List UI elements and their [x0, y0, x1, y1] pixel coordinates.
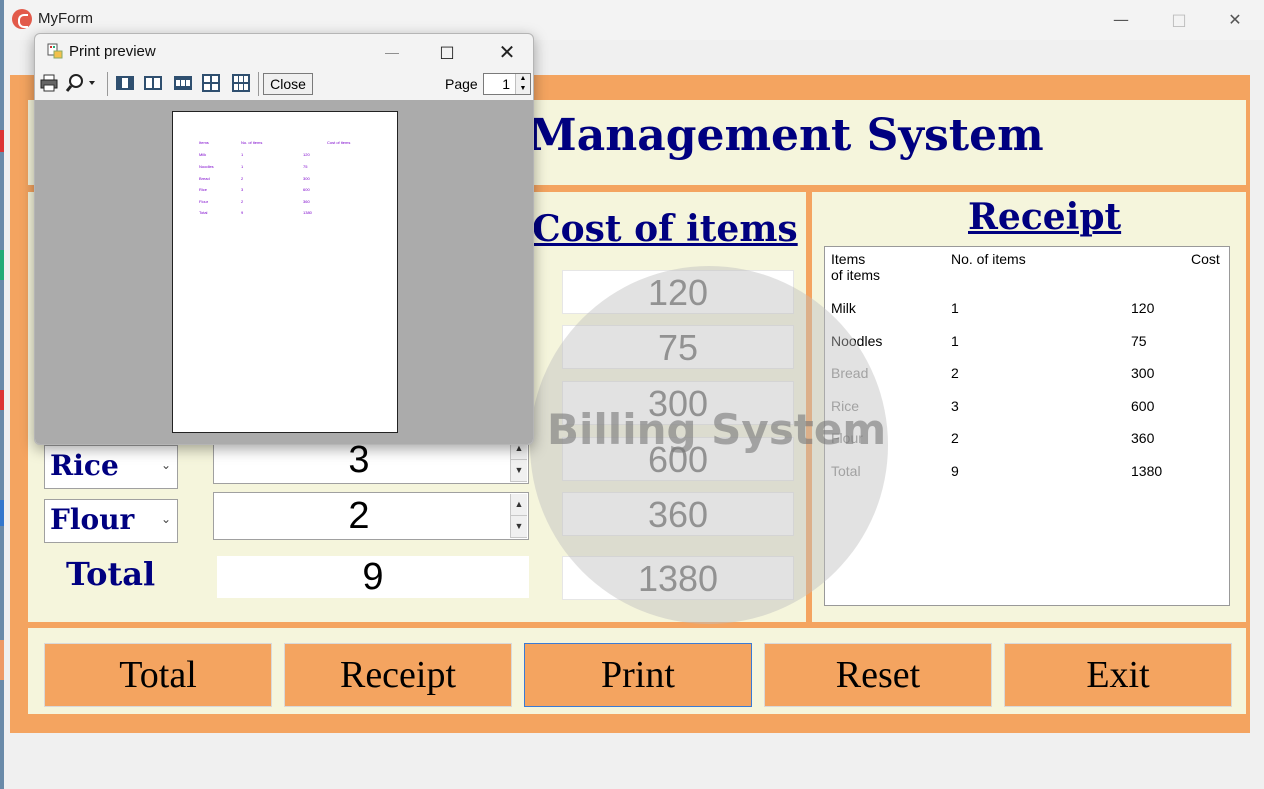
one-page-icon[interactable] [115, 73, 135, 93]
app-icon [12, 9, 32, 29]
preview-page: Items No. of items Cost of items Milk 1 … [172, 111, 398, 433]
item-select-rice[interactable]: Rice ⌄ [44, 445, 178, 489]
preview-row-count: 1 [241, 164, 244, 169]
total-button[interactable]: Total [44, 643, 272, 707]
print-button[interactable]: Print [524, 643, 752, 707]
receipt-row-cost: 600 [1131, 398, 1155, 414]
preview-row-item: Rice [199, 187, 208, 192]
exit-button[interactable]: Exit [1004, 643, 1232, 707]
preview-row-count: 2 [241, 199, 244, 204]
print-preview-app-icon [47, 43, 63, 59]
preview-row-cost: 1380 [303, 210, 312, 215]
preview-row-item: Total [199, 210, 208, 215]
page-spin-icon[interactable]: ▲ ▼ [515, 74, 530, 94]
receipt-heading: Receipt [968, 196, 1122, 238]
preview-row-item: Bread [199, 176, 210, 181]
item-label: Flour [50, 503, 135, 536]
total-label: Total [66, 555, 156, 593]
window-title: MyForm [38, 10, 93, 27]
chevron-down-icon: ⌄ [160, 458, 171, 472]
receipt-row-count: 9 [951, 463, 959, 479]
quantity-value: 2 [348, 495, 370, 537]
spin-buttons[interactable]: ▲ ▼ [510, 494, 527, 538]
toolbar-divider [107, 72, 108, 96]
reset-button[interactable]: Reset [764, 643, 992, 707]
preview-row-count: 2 [241, 176, 244, 181]
receipt-header-cost: Cost [1191, 251, 1220, 267]
receipt-row-count: 1 [951, 333, 959, 349]
receipt-row-cost: 360 [1131, 430, 1155, 446]
page-title: Management System [528, 110, 1044, 161]
chevron-down-icon: ⌄ [160, 512, 171, 526]
receipt-row-count: 3 [951, 398, 959, 414]
spin-down-icon[interactable]: ▼ [511, 460, 527, 482]
preview-row-cost: 120 [303, 152, 310, 157]
maximize-icon[interactable]: □ [427, 36, 467, 68]
item-select-flour[interactable]: Flour ⌄ [44, 499, 178, 543]
spin-up-icon[interactable]: ▲ [511, 494, 527, 516]
preview-row-cost: 75 [303, 164, 308, 169]
preview-row-item: Flour [199, 199, 209, 204]
receipt-row-cost: 120 [1131, 300, 1155, 316]
preview-row-count: 3 [241, 187, 244, 192]
preview-row-cost: 360 [303, 199, 310, 204]
cost-heading: Cost of items [532, 208, 798, 250]
page-label: Page [445, 76, 478, 92]
minimize-icon[interactable]: — [1092, 0, 1150, 40]
close-icon[interactable]: ✕ [1206, 0, 1264, 40]
receipt-header-count: No. of items [951, 251, 1026, 267]
print-preview-title: Print preview [69, 43, 156, 60]
preview-row-cost: 300 [303, 176, 310, 181]
receipt-row-count: 2 [951, 365, 959, 381]
receipt-row-cost: 1380 [1131, 463, 1163, 479]
toolbar-divider [258, 72, 259, 96]
quantity-stepper-flour[interactable]: 2 ▲ ▼ [213, 492, 529, 540]
receipt-row-item: Milk [831, 300, 856, 316]
receipt-row-count: 1 [951, 300, 959, 316]
total-quantity-field[interactable]: 9 [217, 556, 529, 598]
four-pages-icon[interactable] [201, 73, 221, 93]
print-preview-dialog: Print preview — □ ✕ Close Page 1 ▲ ▼ Item… [34, 33, 534, 445]
item-label: Rice [50, 449, 119, 482]
zoom-icon[interactable] [65, 73, 97, 93]
preview-header-count: No. of items [241, 140, 263, 145]
receipt-row-cost: 300 [1131, 365, 1155, 381]
preview-row-count: 1 [241, 152, 244, 157]
preview-close-button[interactable]: Close [263, 73, 313, 95]
receipt-row-count: 2 [951, 430, 959, 446]
page-value: 1 [502, 76, 510, 92]
receipt-button[interactable]: Receipt [284, 643, 512, 707]
preview-row-cost: 600 [303, 187, 310, 192]
spin-down-icon[interactable]: ▼ [511, 516, 527, 538]
preview-row-item: Noodles [199, 164, 214, 169]
two-pages-icon[interactable] [143, 73, 163, 93]
minimize-icon[interactable]: — [375, 36, 409, 68]
printer-icon[interactable] [39, 73, 59, 93]
preview-row-item: Milk [199, 152, 207, 157]
six-pages-icon[interactable] [231, 73, 251, 93]
preview-header-item: Items [199, 140, 209, 145]
preview-row-count: 9 [241, 210, 244, 215]
watermark-text: Billing System [547, 405, 887, 454]
receipt-row-cost: 75 [1131, 333, 1147, 349]
three-pages-icon[interactable] [173, 73, 193, 93]
receipt-header-item: Items of items [831, 251, 881, 283]
page-stepper[interactable]: 1 ▲ ▼ [483, 73, 531, 95]
preview-header-cost: Cost of items [327, 140, 351, 145]
maximize-icon[interactable]: □ [1150, 0, 1208, 40]
close-icon[interactable]: ✕ [487, 36, 527, 68]
